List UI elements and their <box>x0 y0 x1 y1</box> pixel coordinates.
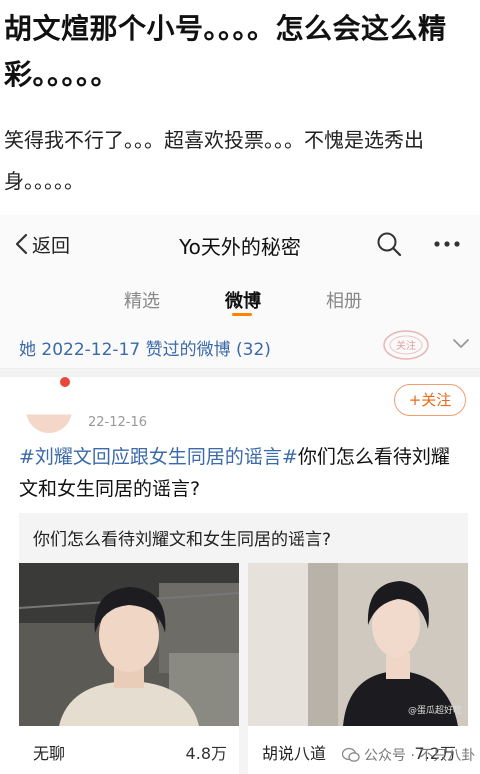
tab-weibo[interactable]: 微博 <box>225 287 261 313</box>
option-a-photo <box>19 563 239 726</box>
post-header: 22-12-16 +关注 <box>0 377 480 441</box>
article-body: 笑得我不行了。。。超喜欢投票。。。不愧是选秀出身。。。。。 <box>4 128 424 193</box>
option-a-label: 无聊 <box>33 744 66 763</box>
top-nav-bar: 返回 Yo天外的秘密 <box>0 215 480 273</box>
avatar[interactable] <box>26 387 72 433</box>
svg-text:关注: 关注 <box>396 339 416 352</box>
weibo-profile-screenshot: 返回 Yo天外的秘密 精选 微博 相册 她 2022-12-17 赞过的微博 (… <box>0 215 480 774</box>
wechat-watermark: 公众号 · 不只八卦 <box>342 745 475 765</box>
poll-option-a[interactable]: 无聊 4.8万 <box>19 563 239 774</box>
wechat-icon <box>342 747 360 762</box>
option-a-bar: 无聊 4.8万 <box>19 726 239 774</box>
follow-button[interactable]: +关注 <box>394 384 466 416</box>
avatar-badge <box>60 377 70 387</box>
option-b-label: 胡说八道 <box>262 744 327 763</box>
poll-card: 你们怎么看待刘耀文和女生同居的谣言? 无聊 4.8万 @蛋瓜超好吃 胡说八道 7… <box>19 513 468 774</box>
poll-question: 你们怎么看待刘耀文和女生同居的谣言? <box>33 530 332 550</box>
option-b-photo <box>248 563 468 726</box>
tab-album[interactable]: 相册 <box>326 287 362 313</box>
poll-option-b[interactable]: @蛋瓜超好吃 胡说八道 7.2万 <box>248 563 468 774</box>
post-text: #刘耀文回应跟女生同居的谣言#你们怎么看待刘耀文和女生同居的谣言? <box>19 441 465 505</box>
search-icon[interactable] <box>376 231 402 257</box>
article-header: 胡文煊那个小号。。。。怎么会这么精彩。。。。。 笑得我不行了。。。超喜欢投票。。… <box>0 0 480 215</box>
post-topic-link[interactable]: #刘耀文回应跟女生同居的谣言# <box>19 446 298 468</box>
article-title: 胡文煊那个小号。。。。怎么会这么精彩。。。。。 <box>4 12 447 91</box>
stamp-graphic: 关注 <box>383 330 429 360</box>
profile-name: Yo天外的秘密 <box>179 235 301 259</box>
option-a-count: 4.8万 <box>185 744 227 763</box>
post-date: 22-12-16 <box>88 415 148 430</box>
section-divider <box>0 369 480 377</box>
chevron-down-icon[interactable] <box>452 337 470 351</box>
liked-posts-label: 她 2022-12-17 赞过的微博 (32) <box>19 340 271 360</box>
active-tab-indicator <box>232 313 252 316</box>
watermark-text: 公众号 · 不只八卦 <box>364 748 476 764</box>
profile-tabs: 精选 微博 相册 <box>0 273 480 321</box>
tab-featured[interactable]: 精选 <box>124 287 160 313</box>
liked-posts-filter[interactable]: 她 2022-12-17 赞过的微博 (32) 关注 <box>0 321 480 369</box>
more-icon[interactable] <box>432 233 462 255</box>
